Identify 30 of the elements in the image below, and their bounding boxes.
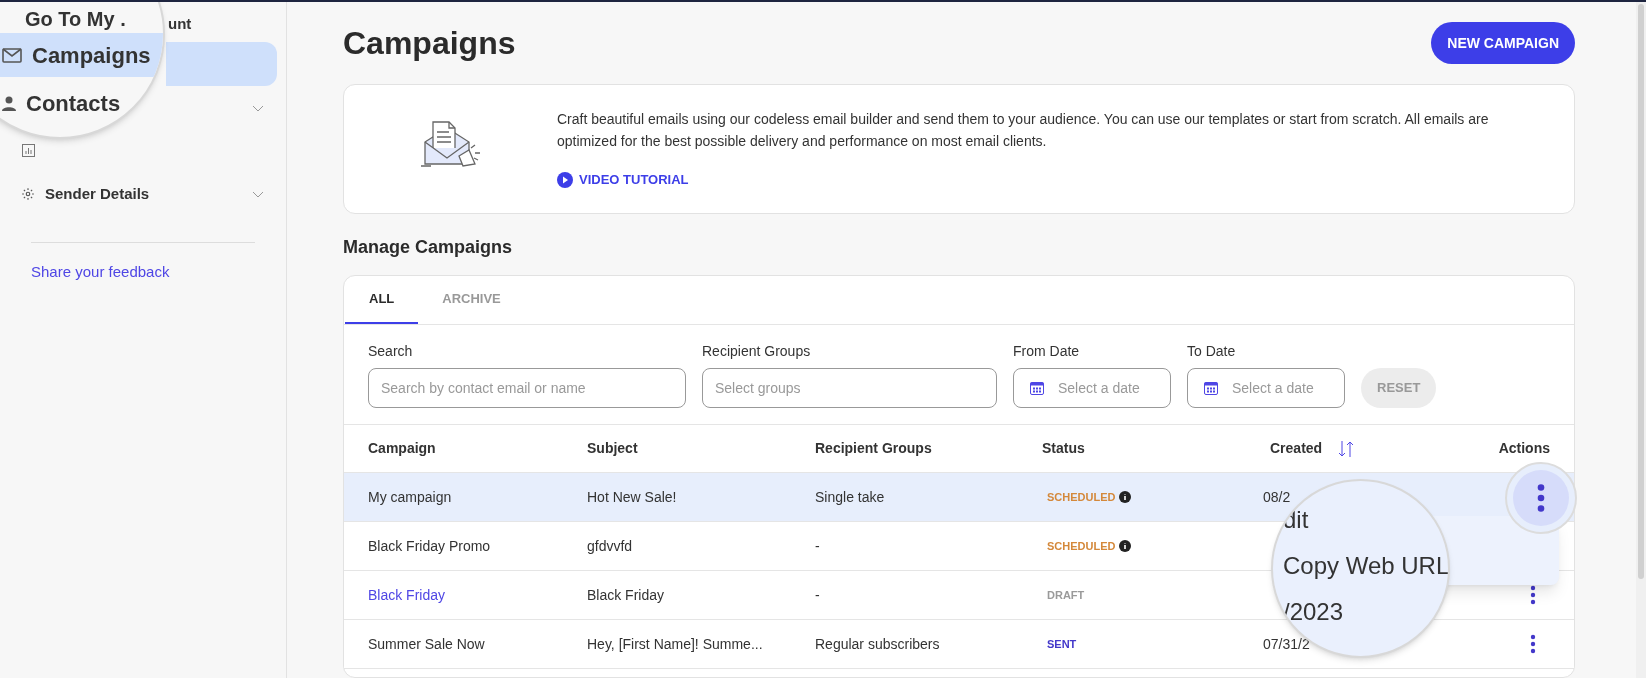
column-header: Campaign [368,439,437,458]
table-cell-text: Summer Sale Now [368,634,486,654]
column-header: Created [1270,439,1323,458]
table-cell-text: Hot New Sale! [587,487,678,507]
filter-label: To Date [1187,342,1237,361]
column-header: Status [1042,439,1086,458]
table-cell-text: 08/2 [1263,487,1291,507]
status-label: SENT [1047,636,1077,652]
status-label: SCHEDULED [1047,489,1116,505]
table-cell-text: Regular subscribers [815,634,941,654]
table-cell-text: My campaign [368,487,453,507]
table-cell-text: Black Friday [587,585,666,605]
table-cell-text: Black Friday Promo [368,536,492,556]
page-title: Campaigns [343,24,516,63]
intro-text: Craft beautiful emails using our codeless email builder and send them to your audience. You can use our templates or start from scratch. All emails are optimized for the best possible delivery and performance on most email clients. [557,110,1490,152]
column-header: Actions [1498,439,1550,458]
table-cell-text: - [815,536,821,556]
status-label: SCHEDULED [1047,538,1116,554]
table-cell-text: Hey, [First Name]! Summe... [587,634,764,654]
table-cell-text: - [815,585,821,605]
table-cell-text: gfdvvfd [587,536,634,556]
status-label: DRAFT [1047,587,1085,603]
column-header: Subject [587,439,639,458]
section-title: Manage Campaigns [343,236,514,259]
table-cell-text: 07/31/2 [1263,634,1310,654]
filter-label: Search [368,342,414,361]
table-cell-text: Single take [815,487,886,507]
filter-label: Recipient Groups [702,342,812,361]
column-header: Recipient Groups [815,439,933,458]
filter-label: From Date [1013,342,1081,361]
